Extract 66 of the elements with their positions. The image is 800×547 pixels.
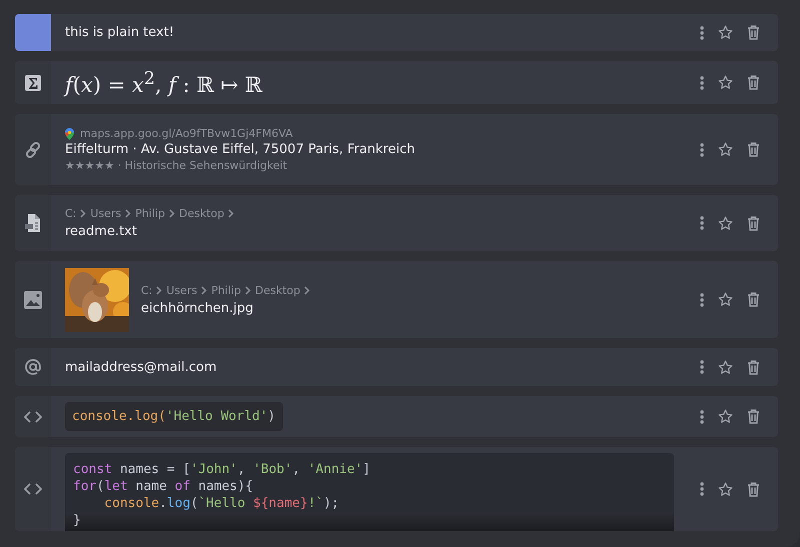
clip-card[interactable]: this is plain text! bbox=[15, 14, 778, 51]
path-segment[interactable]: Philip bbox=[211, 284, 241, 296]
chevron-right-icon bbox=[168, 209, 175, 218]
code-snippet: const names = ['John', 'Bob', 'Annie'] for(let name of names){ console.log(`Hello ${name}!`); } bbox=[65, 453, 674, 531]
link-url[interactable]: maps.app.goo.gl/Ao9fTBvw1Gj4FM6VA bbox=[80, 127, 293, 140]
math-formula: f(x) = x$^{2}$, f : ℝ ↦ ℝ bbox=[65, 68, 264, 96]
clip-card[interactable]: C: Users Philip Desktop readme.txt bbox=[15, 195, 778, 251]
trash-icon[interactable] bbox=[745, 407, 762, 426]
at-sign-icon bbox=[24, 358, 42, 376]
path-segment[interactable]: C: bbox=[141, 284, 152, 296]
chevron-right-icon bbox=[201, 286, 208, 294]
star-icon[interactable] bbox=[716, 73, 735, 92]
clip-card[interactable]: const names = ['John', 'Bob', 'Annie'] for(let name of names){ console.log(`Hello ${name}!`); } bbox=[15, 447, 778, 531]
code-snippet: console.log('Hello World') bbox=[65, 402, 282, 431]
map-pin-icon bbox=[65, 128, 74, 140]
trash-icon[interactable] bbox=[745, 480, 762, 498]
trash-icon[interactable] bbox=[745, 358, 762, 376]
code-icon bbox=[24, 483, 42, 495]
trash-icon[interactable] bbox=[745, 290, 762, 309]
chevron-right-icon bbox=[80, 209, 86, 218]
clip-card[interactable]: console.log('Hello World') bbox=[15, 396, 778, 437]
star-icon[interactable] bbox=[716, 290, 735, 309]
clip-card[interactable]: C: Users Philip Desktop eichhörnchen.jpg bbox=[15, 261, 778, 338]
document-icon bbox=[24, 213, 42, 233]
sigma-icon bbox=[25, 74, 41, 90]
more-icon[interactable] bbox=[698, 480, 706, 498]
more-icon[interactable] bbox=[698, 290, 706, 308]
more-icon[interactable] bbox=[698, 140, 706, 158]
star-icon[interactable] bbox=[716, 140, 735, 159]
link-title: Eiffelturm · Av. Gustave Eiffel, 75007 Paris, Frankreich bbox=[65, 142, 416, 157]
more-icon[interactable] bbox=[698, 358, 706, 376]
path-segment[interactable]: Desktop bbox=[254, 284, 300, 296]
trash-icon[interactable] bbox=[745, 23, 762, 42]
chevron-right-icon bbox=[125, 209, 132, 218]
clip-text: this is plain text! bbox=[65, 25, 176, 40]
image-icon bbox=[24, 290, 42, 308]
file-name: eichhörnchen.jpg bbox=[141, 300, 254, 316]
clip-card[interactable]: f(x) = x$^{2}$, f : ℝ ↦ ℝ bbox=[15, 61, 778, 104]
path-segment[interactable]: Users bbox=[90, 207, 122, 220]
more-icon[interactable] bbox=[698, 408, 706, 426]
star-icon[interactable] bbox=[716, 407, 735, 426]
path-segment[interactable]: Philip bbox=[135, 207, 165, 220]
more-icon[interactable] bbox=[698, 214, 706, 232]
more-icon[interactable] bbox=[698, 74, 706, 92]
link-icon bbox=[24, 140, 42, 158]
link-subtitle: ★★★★★ · Historische Sehenswürdigkeit bbox=[65, 159, 288, 172]
code-icon bbox=[24, 410, 42, 422]
path-segment[interactable]: C: bbox=[65, 207, 76, 220]
star-icon[interactable] bbox=[716, 480, 735, 498]
chevron-right-icon bbox=[304, 286, 310, 294]
trash-icon[interactable] bbox=[745, 140, 762, 159]
star-icon[interactable] bbox=[716, 214, 735, 232]
path-segment[interactable]: Desktop bbox=[178, 207, 224, 220]
file-name: readme.txt bbox=[65, 224, 138, 239]
chevron-right-icon bbox=[228, 209, 234, 218]
trash-icon[interactable] bbox=[745, 73, 762, 92]
more-icon[interactable] bbox=[698, 24, 706, 42]
clip-text: mailaddress@mail.com bbox=[65, 360, 218, 374]
clip-card[interactable]: mailaddress@mail.com bbox=[15, 348, 778, 386]
star-icon[interactable] bbox=[716, 23, 735, 42]
clip-card[interactable]: maps.app.goo.gl/Ao9fTBvw1Gj4FM6VA Eiffelturm · Av. Gustave Eiffel, 75007 Paris, Frankreich ★★★★★ · Historische Sehenswürdigkeit bbox=[15, 114, 778, 185]
path-segment[interactable]: Users bbox=[166, 284, 198, 296]
star-icon[interactable] bbox=[716, 358, 735, 376]
trash-icon[interactable] bbox=[745, 214, 762, 232]
chevron-right-icon bbox=[244, 286, 251, 294]
chevron-right-icon bbox=[156, 286, 162, 294]
